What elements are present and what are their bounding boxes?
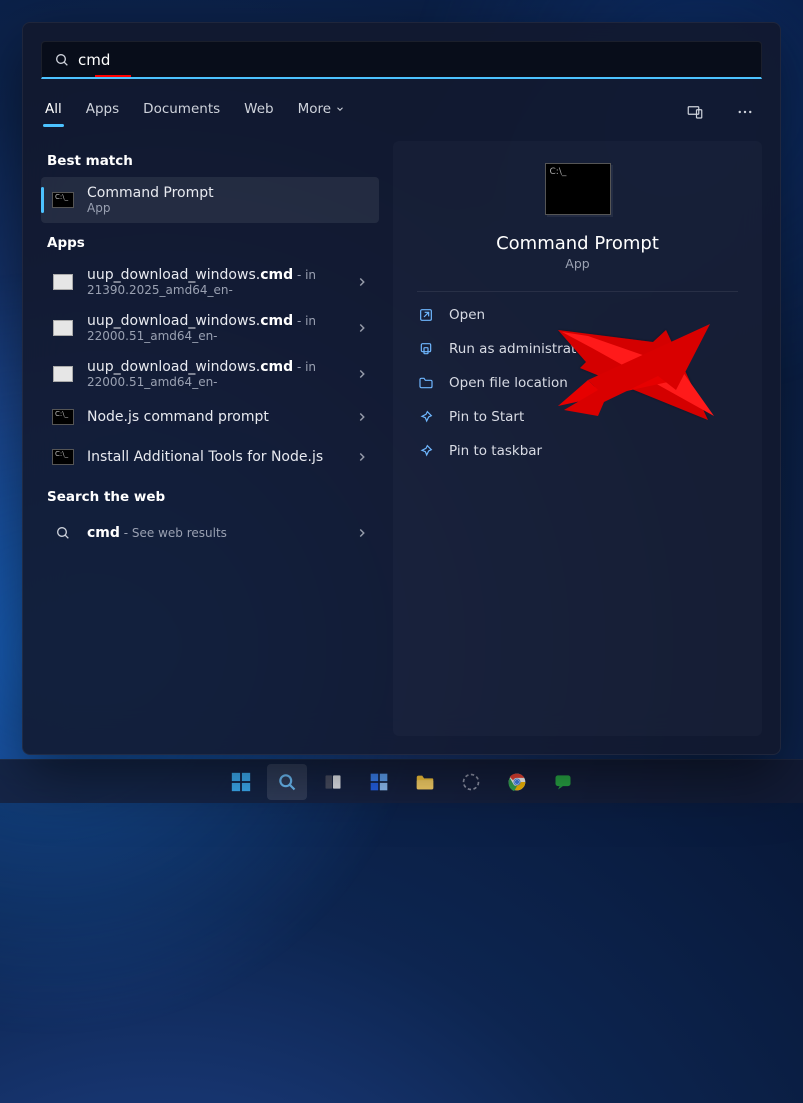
details-title: Command Prompt (496, 233, 659, 254)
open-icon (418, 307, 434, 323)
action-open-file-location[interactable]: Open file location (393, 366, 762, 400)
details-subtitle: App (565, 256, 589, 271)
taskbar (0, 759, 803, 803)
action-label: Open file location (449, 375, 568, 391)
action-label: Pin to Start (449, 409, 524, 425)
widgets-icon (369, 772, 389, 792)
result-title: Command Prompt (87, 185, 369, 201)
pin-icon (418, 443, 434, 459)
action-pin-to-taskbar[interactable]: Pin to taskbar (393, 434, 762, 468)
chrome-button[interactable] (497, 764, 537, 800)
action-open[interactable]: Open (393, 298, 762, 332)
details-hero: C:\_ Command Prompt App (393, 163, 762, 285)
task-view-button[interactable] (313, 764, 353, 800)
filter-tabs: All Apps Documents Web More (23, 85, 780, 133)
result-app[interactable]: C:\_ Install Additional Tools for Node.j… (41, 437, 379, 477)
action-label: Pin to taskbar (449, 443, 542, 459)
section-best-match: Best match (41, 141, 379, 177)
result-title: uup_download_windows.cmd - in (87, 313, 343, 329)
result-app[interactable]: uup_download_windows.cmd - in 21390.2025… (41, 259, 379, 305)
tab-web[interactable]: Web (242, 97, 275, 127)
ellipsis-icon (736, 103, 754, 121)
result-subtitle: App (87, 201, 369, 215)
chevron-right-icon (355, 526, 369, 540)
result-app[interactable]: uup_download_windows.cmd - in 22000.51_a… (41, 305, 379, 351)
chrome-icon (507, 772, 527, 792)
result-title: uup_download_windows.cmd - in (87, 359, 343, 375)
annotation-underline (95, 75, 131, 77)
result-title: Node.js command prompt (87, 409, 343, 425)
action-pin-to-start[interactable]: Pin to Start (393, 400, 762, 434)
chat-icon (553, 772, 573, 792)
settings-or-app-button[interactable] (451, 764, 491, 800)
more-options-button[interactable] (730, 97, 760, 127)
action-label: Run as administrator (449, 341, 590, 357)
widgets-button[interactable] (359, 764, 399, 800)
command-prompt-icon: C:\_ (52, 449, 74, 465)
windows-icon (230, 771, 252, 793)
devices-icon (686, 103, 704, 121)
chevron-right-icon (355, 450, 369, 464)
chevron-right-icon (355, 367, 369, 381)
script-file-icon (53, 366, 73, 382)
start-button[interactable] (221, 764, 261, 800)
folder-icon (414, 771, 436, 793)
divider (417, 291, 738, 292)
action-run-as-administrator[interactable]: Run as administrator (393, 332, 762, 366)
command-prompt-icon: C:\_ (545, 163, 611, 215)
shield-icon (418, 341, 434, 357)
result-app[interactable]: C:\_ Node.js command prompt (41, 397, 379, 437)
result-subtitle: 22000.51_amd64_en- (87, 375, 343, 389)
search-button[interactable] (267, 764, 307, 800)
result-title: uup_download_windows.cmd - in (87, 267, 343, 283)
start-search-panel: All Apps Documents Web More Best match C… (22, 22, 781, 755)
search-icon (55, 525, 71, 541)
chevron-down-icon (335, 104, 345, 114)
search-across-devices-button[interactable] (680, 97, 710, 127)
tab-documents[interactable]: Documents (141, 97, 222, 127)
section-apps: Apps (41, 223, 379, 259)
task-view-icon (323, 772, 343, 792)
results-column: Best match C:\_ Command Prompt App Apps … (41, 141, 379, 736)
details-column: C:\_ Command Prompt App Open Run as admi… (393, 141, 762, 736)
command-prompt-icon: C:\_ (52, 192, 74, 208)
folder-icon (418, 375, 434, 391)
pin-icon (418, 409, 434, 425)
result-title: Install Additional Tools for Node.js (87, 449, 343, 465)
tab-more-label: More (298, 101, 331, 117)
result-best-match[interactable]: C:\_ Command Prompt App (41, 177, 379, 223)
circle-icon (461, 772, 481, 792)
search-box[interactable] (41, 41, 762, 79)
result-subtitle: 22000.51_amd64_en- (87, 329, 343, 343)
result-title: cmd - See web results (87, 525, 343, 541)
search-input[interactable] (78, 51, 749, 69)
result-subtitle: 21390.2025_amd64_en- (87, 283, 343, 297)
search-icon (54, 52, 70, 68)
results-content: Best match C:\_ Command Prompt App Apps … (23, 133, 780, 754)
chat-app-button[interactable] (543, 764, 583, 800)
action-label: Open (449, 307, 485, 323)
result-app[interactable]: uup_download_windows.cmd - in 22000.51_a… (41, 351, 379, 397)
script-file-icon (53, 320, 73, 336)
search-icon (277, 772, 297, 792)
chevron-right-icon (355, 321, 369, 335)
section-web: Search the web (41, 477, 379, 513)
chevron-right-icon (355, 275, 369, 289)
tab-all[interactable]: All (43, 97, 64, 127)
file-explorer-button[interactable] (405, 764, 445, 800)
tab-apps[interactable]: Apps (84, 97, 121, 127)
tab-more[interactable]: More (296, 97, 347, 127)
chevron-right-icon (355, 410, 369, 424)
script-file-icon (53, 274, 73, 290)
result-web[interactable]: cmd - See web results (41, 513, 379, 553)
command-prompt-icon: C:\_ (52, 409, 74, 425)
search-row (23, 23, 780, 85)
